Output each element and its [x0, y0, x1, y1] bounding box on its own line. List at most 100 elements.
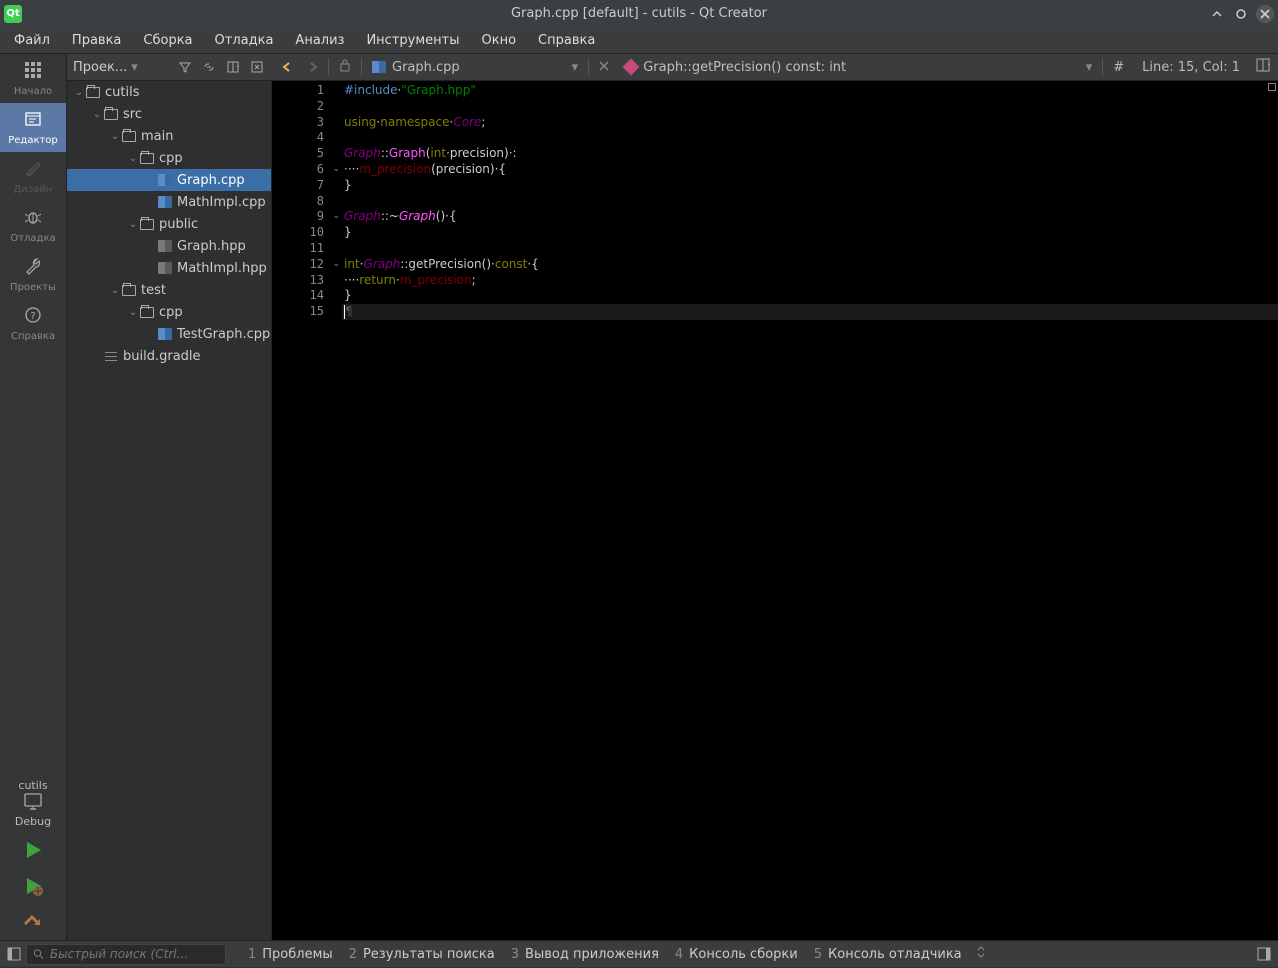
twisty-icon[interactable]: ⌄: [127, 153, 139, 164]
quick-search-input[interactable]: [26, 944, 226, 965]
file-selector[interactable]: Graph.cpp ▾: [366, 60, 584, 75]
line-number[interactable]: 15: [272, 304, 328, 320]
panel-Консоль отладчика[interactable]: 5Консоль отладчика: [806, 947, 970, 962]
code-content[interactable]: #include·"Graph.hpp" using·namespace·Cor…: [342, 81, 1278, 940]
project-tree[interactable]: ⌄cutils⌄src⌄main⌄cppGraph.cppMathImpl.cp…: [67, 81, 272, 940]
fold-icon[interactable]: ⌄: [332, 162, 340, 178]
run-button[interactable]: [0, 832, 66, 868]
link-icon[interactable]: [200, 58, 218, 76]
line-number-gutter[interactable]: 123456⌄789⌄101112⌄131415: [272, 81, 328, 940]
line-number[interactable]: 14: [272, 288, 328, 304]
fold-icon[interactable]: ⌄: [332, 257, 340, 273]
line-number[interactable]: 4: [272, 130, 328, 146]
toggle-sidebar-button[interactable]: [4, 944, 24, 964]
code-editor[interactable]: 123456⌄789⌄101112⌄131415 #include·"Graph…: [272, 81, 1278, 940]
folder-icon: [103, 107, 119, 121]
brush-icon: [24, 159, 42, 182]
qt-logo-icon: Qt: [4, 5, 22, 23]
sort-icon[interactable]: [972, 946, 990, 962]
line-number[interactable]: 6⌄: [272, 162, 328, 178]
line-number[interactable]: 7: [272, 178, 328, 194]
menu-edit[interactable]: Правка: [62, 29, 131, 52]
tree-item-test[interactable]: ⌄test: [67, 279, 271, 301]
close-file-button[interactable]: [593, 60, 615, 75]
menu-window[interactable]: Окно: [471, 29, 526, 52]
line-number[interactable]: 2: [272, 99, 328, 115]
kit-selector[interactable]: cutils ▸ Debug: [0, 775, 66, 832]
line-number[interactable]: 3: [272, 115, 328, 131]
line-number[interactable]: 9⌄: [272, 209, 328, 225]
tree-label: Graph.hpp: [177, 239, 246, 254]
line-number[interactable]: 5: [272, 146, 328, 162]
nav-back-button[interactable]: [276, 57, 298, 77]
panel-Результаты поиска[interactable]: 2Результаты поиска: [341, 947, 503, 962]
chevron-down-icon[interactable]: ▾: [131, 60, 138, 75]
search-field[interactable]: [50, 947, 219, 961]
line-number[interactable]: 13: [272, 273, 328, 289]
hpp-icon: [157, 239, 173, 253]
panel-Консоль сборки[interactable]: 4Консоль сборки: [667, 947, 806, 962]
mode-debug[interactable]: Отладка: [0, 201, 66, 250]
tree-item-MathImpl-cpp[interactable]: MathImpl.cpp: [67, 191, 271, 213]
tree-item-cutils[interactable]: ⌄cutils: [67, 81, 271, 103]
lock-icon[interactable]: [333, 58, 357, 76]
tree-item-cpp[interactable]: ⌄cpp: [67, 147, 271, 169]
tree-item-TestGraph-cpp[interactable]: TestGraph.cpp: [67, 323, 271, 345]
cpp-icon: [157, 173, 173, 187]
twisty-icon[interactable]: ⌄: [109, 285, 121, 296]
tree-item-src[interactable]: ⌄src: [67, 103, 271, 125]
line-number[interactable]: 12⌄: [272, 257, 328, 273]
maximize-button[interactable]: [1232, 5, 1250, 23]
line-number[interactable]: 11: [272, 241, 328, 257]
tree-item-MathImpl-hpp[interactable]: MathImpl.hpp: [67, 257, 271, 279]
svg-text:?: ?: [30, 311, 35, 322]
nav-forward-button[interactable]: [302, 57, 324, 77]
fold-icon[interactable]: ⌄: [332, 209, 340, 225]
mode-welcome[interactable]: Начало: [0, 54, 66, 103]
twisty-icon[interactable]: ⌄: [127, 219, 139, 230]
line-number[interactable]: 8: [272, 194, 328, 210]
window-title: Graph.cpp [default] - cutils - Qt Creato…: [511, 6, 767, 21]
close-button[interactable]: [1256, 5, 1274, 23]
tree-label: main: [141, 129, 173, 144]
hash-indicator[interactable]: #: [1107, 60, 1130, 75]
split-icon[interactable]: +: [224, 58, 242, 76]
tree-label: Graph.cpp: [177, 173, 245, 188]
line-number[interactable]: 1: [272, 83, 328, 99]
twisty-icon[interactable]: ⌄: [109, 131, 121, 142]
tree-item-Graph-cpp[interactable]: Graph.cpp: [67, 169, 271, 191]
mode-projects[interactable]: Проекты: [0, 250, 66, 299]
tree-item-public[interactable]: ⌄public: [67, 213, 271, 235]
tree-item-build-gradle[interactable]: build.gradle: [67, 345, 271, 367]
menu-build[interactable]: Сборка: [133, 29, 202, 52]
tree-item-cpp[interactable]: ⌄cpp: [67, 301, 271, 323]
menu-debug[interactable]: Отладка: [205, 29, 284, 52]
tree-item-Graph-hpp[interactable]: Graph.hpp: [67, 235, 271, 257]
twisty-icon[interactable]: ⌄: [127, 307, 139, 318]
mode-help[interactable]: ? Справка: [0, 299, 66, 348]
twisty-icon[interactable]: ⌄: [73, 87, 85, 98]
mode-editor[interactable]: Редактор: [0, 103, 66, 152]
toggle-right-sidebar-button[interactable]: [1254, 944, 1274, 964]
wrench-icon: [24, 257, 42, 280]
filter-icon[interactable]: [176, 58, 194, 76]
run-debug-button[interactable]: [0, 868, 66, 904]
scrollbar[interactable]: [1264, 81, 1278, 940]
twisty-icon[interactable]: ⌄: [91, 109, 103, 120]
menu-analyze[interactable]: Анализ: [285, 29, 354, 52]
tree-item-main[interactable]: ⌄ main: [67, 125, 271, 147]
sidebar-title[interactable]: Проек...: [73, 60, 127, 75]
menu-tools[interactable]: Инструменты: [356, 29, 469, 52]
menu-file[interactable]: Файл: [4, 29, 60, 52]
close-sidebar-icon[interactable]: [248, 58, 266, 76]
symbol-selector[interactable]: Graph::getPrecision() const: int ▾: [619, 60, 1098, 75]
panel-Вывод приложения[interactable]: 3Вывод приложения: [503, 947, 667, 962]
tree-label: build.gradle: [123, 349, 201, 364]
split-editor-button[interactable]: +: [1252, 58, 1274, 76]
line-col-indicator[interactable]: Line: 15, Col: 1: [1134, 60, 1248, 75]
minimize-button[interactable]: [1208, 5, 1226, 23]
build-button[interactable]: [0, 904, 66, 940]
panel-Проблемы[interactable]: 1Проблемы: [240, 947, 341, 962]
menu-help[interactable]: Справка: [528, 29, 605, 52]
line-number[interactable]: 10: [272, 225, 328, 241]
